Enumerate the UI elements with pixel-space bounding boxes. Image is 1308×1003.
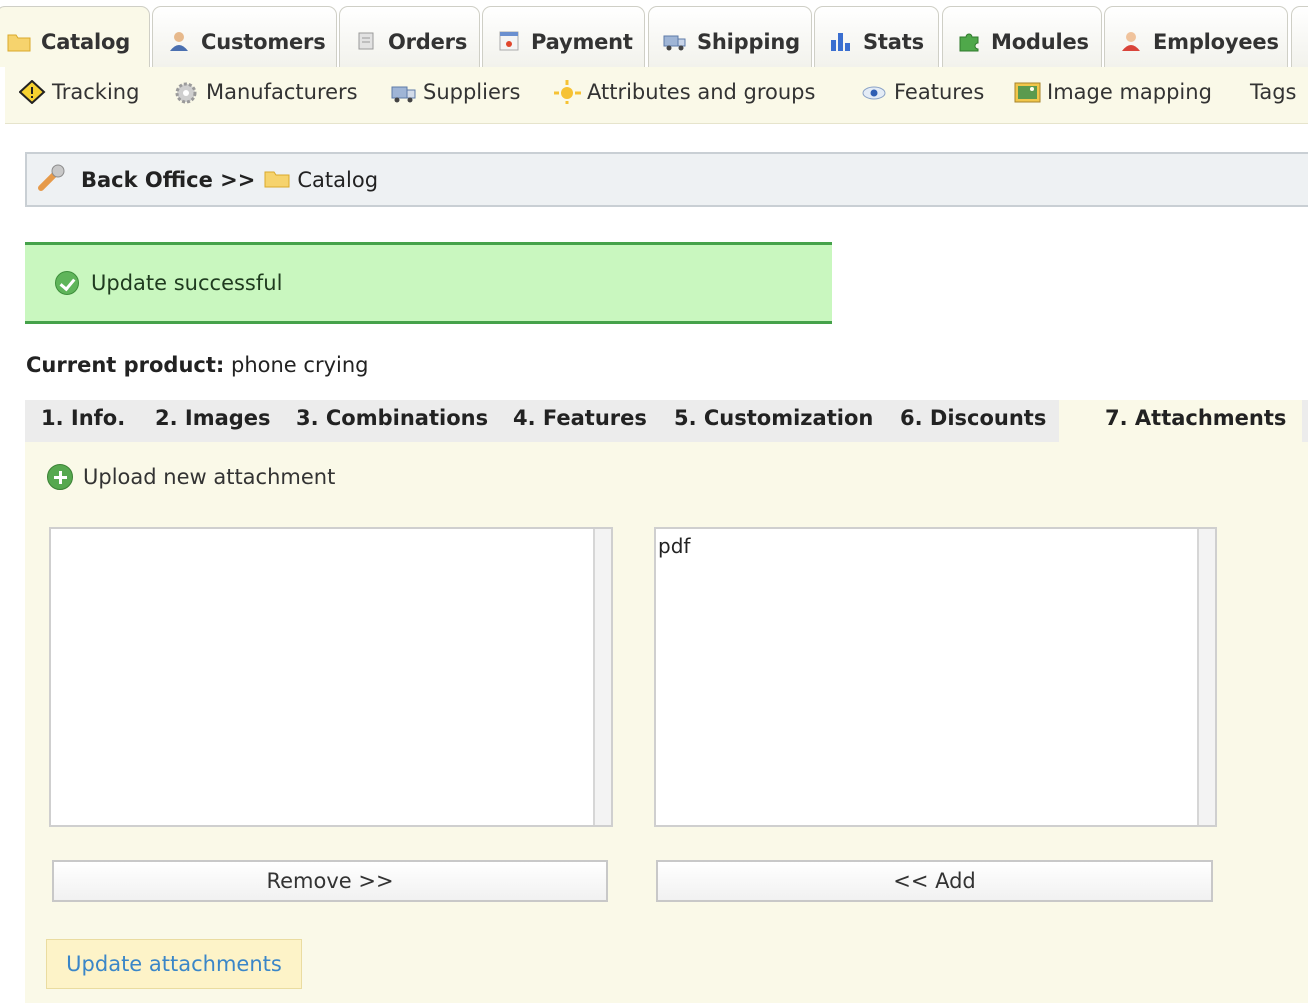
folder-icon — [7, 30, 31, 52]
tab-attachments[interactable]: 7. Attachments — [1059, 400, 1303, 442]
scrollbar[interactable] — [593, 529, 611, 825]
upload-label: Upload new attachment — [83, 465, 336, 489]
sub-nav-suppliers[interactable]: Suppliers — [390, 80, 520, 104]
selected-attachments-list[interactable] — [49, 527, 613, 827]
check-icon — [55, 271, 79, 295]
tab-customers[interactable]: Customers — [152, 6, 337, 67]
breadcrumb: Back Office >> Catalog — [25, 152, 1308, 207]
eye-icon — [861, 80, 888, 104]
folder-icon — [263, 165, 291, 194]
tab-customization[interactable]: 5. Customization — [674, 406, 873, 430]
wrench-icon — [37, 162, 67, 197]
sub-nav-manufacturers[interactable]: Manufacturers — [173, 80, 358, 104]
success-message: Update successful — [25, 242, 832, 324]
remove-button[interactable]: Remove >> — [52, 860, 608, 902]
tab-label: Payment — [531, 30, 633, 54]
attachments-panel: Upload new attachment pdf Remove >> << A… — [25, 442, 1308, 1003]
sub-navigation: Tracking Manufacturers Suppliers Attribu… — [5, 67, 1308, 124]
tab-label: Orders — [388, 30, 468, 54]
tab-images[interactable]: 2. Images — [155, 406, 271, 430]
sub-nav-features[interactable]: Features — [861, 80, 984, 104]
tab-orders[interactable]: Orders — [339, 6, 480, 67]
tracking-icon — [18, 79, 46, 105]
tab-label: Employees — [1153, 30, 1279, 54]
breadcrumb-back-office[interactable]: Back Office >> — [81, 168, 255, 192]
tab-employees[interactable]: Employees — [1104, 6, 1288, 67]
bar-chart-icon — [829, 30, 853, 52]
main-tab-bar: Catalog Customers Orders Payment Shippin… — [0, 0, 1308, 67]
scrollbar[interactable] — [1197, 529, 1215, 825]
tab-more[interactable] — [1291, 6, 1308, 67]
tab-features[interactable]: 4. Features — [513, 406, 647, 430]
tab-label: Modules — [991, 30, 1089, 54]
tab-label: Catalog — [41, 30, 131, 54]
tab-discounts[interactable]: 6. Discounts — [900, 406, 1046, 430]
tab-combinations[interactable]: 3. Combinations — [296, 406, 488, 430]
customer-icon — [167, 30, 191, 52]
puzzle-icon — [957, 30, 981, 52]
sub-nav-tags[interactable]: Tags — [1250, 80, 1297, 104]
list-item[interactable]: pdf — [658, 534, 690, 558]
truck-icon — [663, 30, 687, 52]
sub-nav-tracking[interactable]: Tracking — [18, 79, 139, 105]
breadcrumb-catalog[interactable]: Catalog — [297, 168, 378, 192]
add-button[interactable]: << Add — [656, 860, 1213, 902]
gear-icon — [173, 80, 200, 104]
payment-icon — [497, 30, 521, 52]
upload-attachment-link[interactable]: Upload new attachment — [47, 464, 335, 490]
success-text: Update successful — [91, 271, 283, 295]
product-tabs: 1. Info. 2. Images 3. Combinations 4. Fe… — [25, 400, 1308, 442]
current-product: Current product: phone crying — [26, 353, 368, 377]
employee-icon — [1119, 30, 1143, 52]
update-attachments-button[interactable]: Update attachments — [46, 939, 302, 989]
tab-info[interactable]: 1. Info. — [41, 406, 125, 430]
sub-nav-image-mapping[interactable]: Image mapping — [1014, 80, 1212, 104]
available-attachments-list[interactable]: pdf — [654, 527, 1217, 827]
cart-icon — [354, 30, 378, 52]
tab-payment[interactable]: Payment — [482, 6, 645, 67]
tab-modules[interactable]: Modules — [942, 6, 1102, 67]
tab-catalog[interactable]: Catalog — [0, 6, 150, 67]
current-product-label: Current product: — [26, 353, 225, 377]
image-icon — [1014, 80, 1041, 104]
supplier-icon — [390, 80, 417, 104]
add-icon — [47, 464, 73, 490]
tab-label: Customers — [201, 30, 326, 54]
tab-label: Stats — [863, 30, 924, 54]
tab-stats[interactable]: Stats — [814, 6, 939, 67]
current-product-name: phone crying — [231, 353, 369, 377]
tab-shipping[interactable]: Shipping — [648, 6, 812, 67]
sub-nav-attributes[interactable]: Attributes and groups — [554, 80, 815, 106]
tab-label: Shipping — [697, 30, 800, 54]
sun-icon — [554, 80, 581, 106]
